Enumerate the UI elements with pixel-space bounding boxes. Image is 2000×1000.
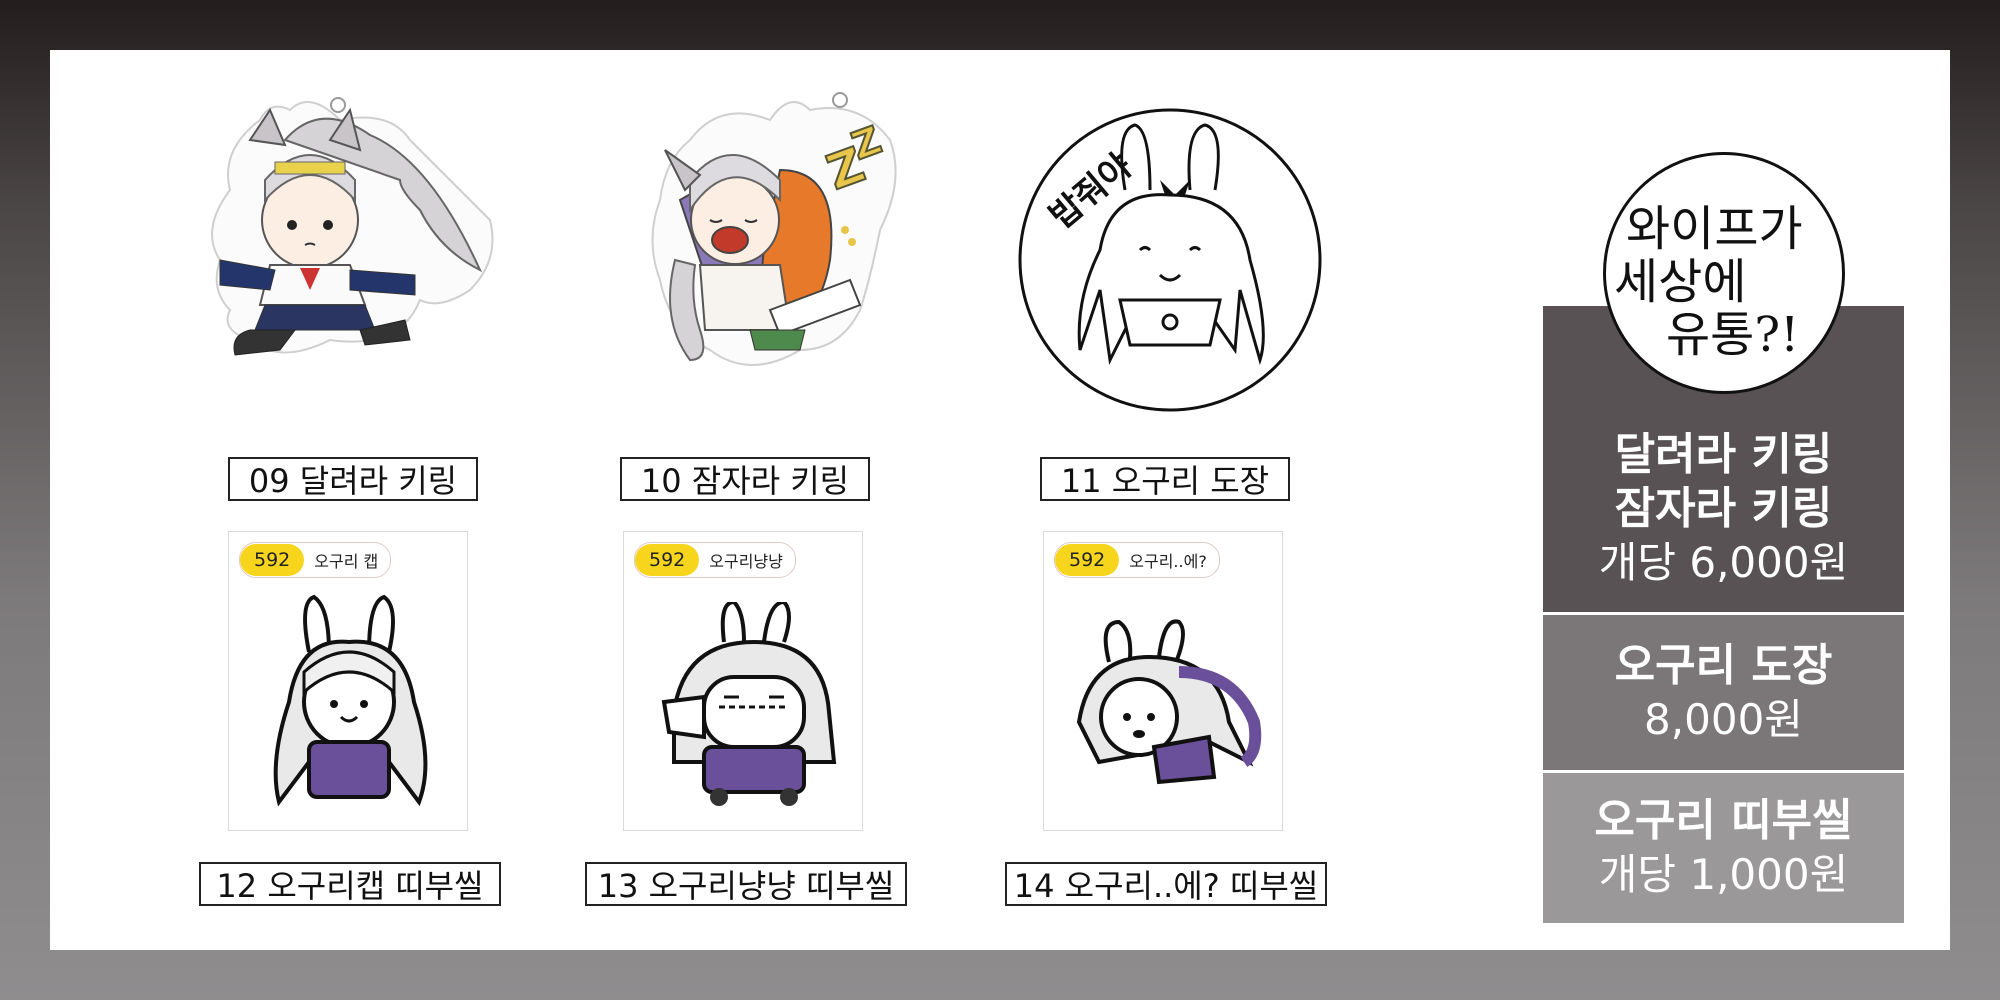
price-value: 개당 6,000원 [1598,538,1849,587]
product-label-10: 10 잠자라 키링 [620,457,870,501]
sticker-number: 592 [240,544,305,576]
price-name-1: 오구리 띠부씰 [1594,795,1853,846]
sticker-illustration [1076,619,1262,785]
sticker-tag: 592 오구리 캡 [239,542,392,578]
sticker-number: 592 [1055,544,1120,576]
sticker-card-13: 592 오구리냥냥 [623,531,863,831]
badge-line-1: 와이프가 [1626,201,1803,257]
sticker-tag: 592 오구리..에? [1054,542,1220,578]
sticker-illustration [661,602,837,806]
price-name-1: 달려라 키링 [1614,429,1833,480]
running-keyring-illustration [211,97,494,356]
sticker-card-12: 592 오구리 캡 [228,531,468,831]
product-label-14: 14 오구리..에? 띠부씰 [1005,862,1327,906]
sticker-name: 오구리냥냥 [709,552,783,571]
price-name-2: 잠자라 키링 [1614,483,1833,534]
sticker-name: 오구리..에? [1129,552,1207,571]
price-value: 8,000원 [1644,694,1803,744]
slogan-badge: 와이프가 세상에 유통?! [1603,152,1845,394]
price-value: 개당 1,000원 [1598,850,1849,899]
sticker-illustration [273,594,428,807]
product-label-11: 11 오구리 도장 [1040,457,1290,501]
price-panel: 달려라 키링 잠자라 키링 개당 6,000원 오구리 도장 8,000원 오구… [1543,306,1904,923]
price-box-stamp: 오구리 도장 8,000원 [1543,615,1904,770]
price-box-stickers: 오구리 띠부씰 개당 1,000원 [1543,773,1904,923]
sleeping-keyring-illustration: Z Z [651,92,897,366]
product-label-09: 09 달려라 키링 [228,457,478,501]
sticker-number: 592 [635,544,700,576]
badge-line-2: 세상에 [1614,254,1747,310]
product-label-13: 13 오구리냥냥 띠부씰 [585,862,907,906]
price-name-1: 오구리 도장 [1614,639,1833,691]
badge-line-3: 유통?! [1666,307,1800,363]
sticker-tag: 592 오구리냥냥 [634,542,796,578]
sticker-name: 오구리 캡 [314,552,379,571]
product-label-12: 12 오구리캡 띠부씰 [199,862,501,906]
sticker-card-14: 592 오구리..에? [1043,531,1283,831]
stamp-illustration: 밥줘야 [1018,108,1322,412]
